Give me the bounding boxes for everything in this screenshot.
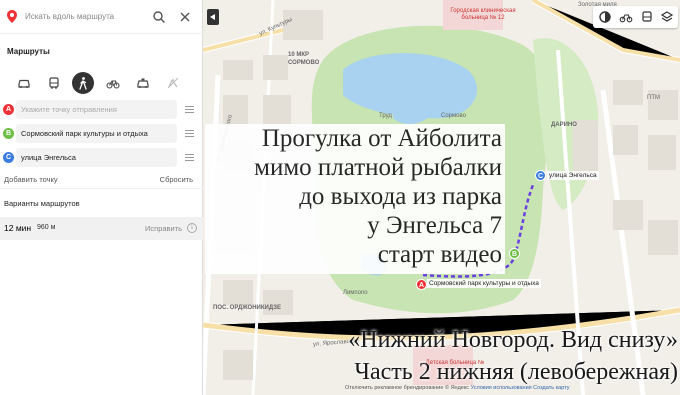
poi-label: Лимпопо xyxy=(343,290,368,296)
waypoint-c-marker: C xyxy=(3,152,14,163)
drag-handle-icon[interactable] xyxy=(185,130,194,138)
video-caption: Прогулка от Айболита мимо платной рыбалк… xyxy=(205,124,505,274)
layers-icon[interactable] xyxy=(660,10,674,24)
info-icon[interactable]: i xyxy=(187,223,197,233)
waypoint-c-row: C улица Энгельса xyxy=(0,147,203,169)
search-input[interactable]: Искать вдоль маршрута xyxy=(25,12,114,21)
route-panel: Искать вдоль маршрута Маршруты A Укажите… xyxy=(0,0,203,395)
poi-label: ПТМ xyxy=(647,95,660,101)
waypoint-a-input[interactable]: Укажите точку отправления xyxy=(16,100,177,119)
drag-handle-icon[interactable] xyxy=(185,154,194,162)
chevron-left-icon xyxy=(210,14,215,20)
map-pin-icon xyxy=(7,10,17,23)
create-map-link[interactable]: Создать карту xyxy=(533,385,569,391)
drag-handle-icon[interactable] xyxy=(185,106,194,114)
poi-label: Труд xyxy=(379,113,392,119)
transport-modes xyxy=(0,72,203,96)
route-variants-title: Варианты маршрутов xyxy=(4,199,80,208)
route-option[interactable]: 12 мин 960 м Исправить i xyxy=(0,217,203,240)
caption-line: Прогулка от Айболита xyxy=(261,125,502,152)
bus-icon xyxy=(49,77,59,89)
car-icon xyxy=(18,79,30,88)
mode-transit-button[interactable] xyxy=(43,72,65,94)
map-controls xyxy=(593,6,678,28)
mode-car-button[interactable] xyxy=(13,72,35,94)
series-subtitle: Часть 2 нижняя (левобережная) xyxy=(354,359,678,385)
route-time: 12 мин xyxy=(4,223,32,233)
taxi-icon xyxy=(137,78,149,88)
transit-layer-icon[interactable] xyxy=(640,10,654,24)
waypoint-b-row: B Сормовский парк культуры и отдыха xyxy=(0,123,203,145)
collapse-panel-button[interactable] xyxy=(207,9,219,25)
district-label: 10 МКР xyxy=(288,52,310,58)
waypoint-b-marker: B xyxy=(3,128,14,139)
caption-line: старт видео xyxy=(377,241,502,268)
waypoint-actions: Добавить точку Сбросить xyxy=(0,175,203,189)
ad-branding-link[interactable]: Отключить рекламное брендирование xyxy=(345,385,443,391)
mode-pedestrian-button[interactable] xyxy=(72,72,94,94)
search-icon[interactable] xyxy=(152,10,166,24)
waypoint-c-input[interactable]: улица Энгельса xyxy=(16,148,177,167)
caption-line: мимо платной рыбалки xyxy=(254,154,502,181)
district-label: ПОС. ОРДЖОНИКИДЗЕ xyxy=(213,305,281,311)
waypoint-b-input[interactable]: Сормовский парк культуры и отдыха xyxy=(16,124,177,143)
scooter-icon xyxy=(167,77,179,89)
mode-taxi-button[interactable] xyxy=(132,72,154,94)
map-marker-c[interactable]: C xyxy=(535,170,546,181)
layers-circle-icon[interactable] xyxy=(598,10,612,24)
waypoint-a-row: A Укажите точку отправления xyxy=(0,99,203,121)
search-bar: Искать вдоль маршрута xyxy=(0,0,203,34)
bicycle-icon xyxy=(106,80,120,89)
caption-line: до выхода из парка xyxy=(299,183,502,210)
waypoint-a-marker: A xyxy=(3,104,14,115)
caption-line: у Энгельса 7 xyxy=(367,212,502,239)
series-caption: «Нижний Новгород. Вид снизу» Часть 2 ниж… xyxy=(348,324,678,388)
mode-bicycle-button[interactable] xyxy=(102,72,124,94)
add-point-button[interactable]: Добавить точку xyxy=(4,175,58,184)
bicycle-layer-icon[interactable] xyxy=(619,10,633,24)
district-label: ДАРИНО xyxy=(551,122,577,128)
series-title: «Нижний Новгород. Вид снизу» xyxy=(348,327,678,353)
panel-title: Маршруты xyxy=(7,47,50,56)
poi-label: Сормово xyxy=(441,113,466,119)
close-icon[interactable] xyxy=(178,10,192,24)
mode-scooter-button[interactable] xyxy=(162,72,184,94)
yandex-copyright: © Яндекс xyxy=(444,385,470,391)
map-marker-b[interactable]: B xyxy=(509,248,520,259)
reset-button[interactable]: Сбросить xyxy=(160,175,193,184)
district-label: СОРМОВО xyxy=(288,60,320,66)
map-marker-c-label: улица Энгельса xyxy=(547,171,599,180)
hospital-label: Городская клиническая больница № 12 xyxy=(450,8,516,21)
route-distance: 960 м xyxy=(37,224,56,231)
map-marker-a-label: Сормовский парк культуры и отдыха xyxy=(427,279,541,288)
terms-link[interactable]: Условия использования xyxy=(471,385,532,391)
map-attribution: Отключить рекламное брендирование © Янде… xyxy=(345,385,569,391)
pedestrian-icon xyxy=(79,77,87,90)
edit-route-button[interactable]: Исправить xyxy=(145,224,182,233)
map-marker-a[interactable]: A xyxy=(416,279,427,290)
